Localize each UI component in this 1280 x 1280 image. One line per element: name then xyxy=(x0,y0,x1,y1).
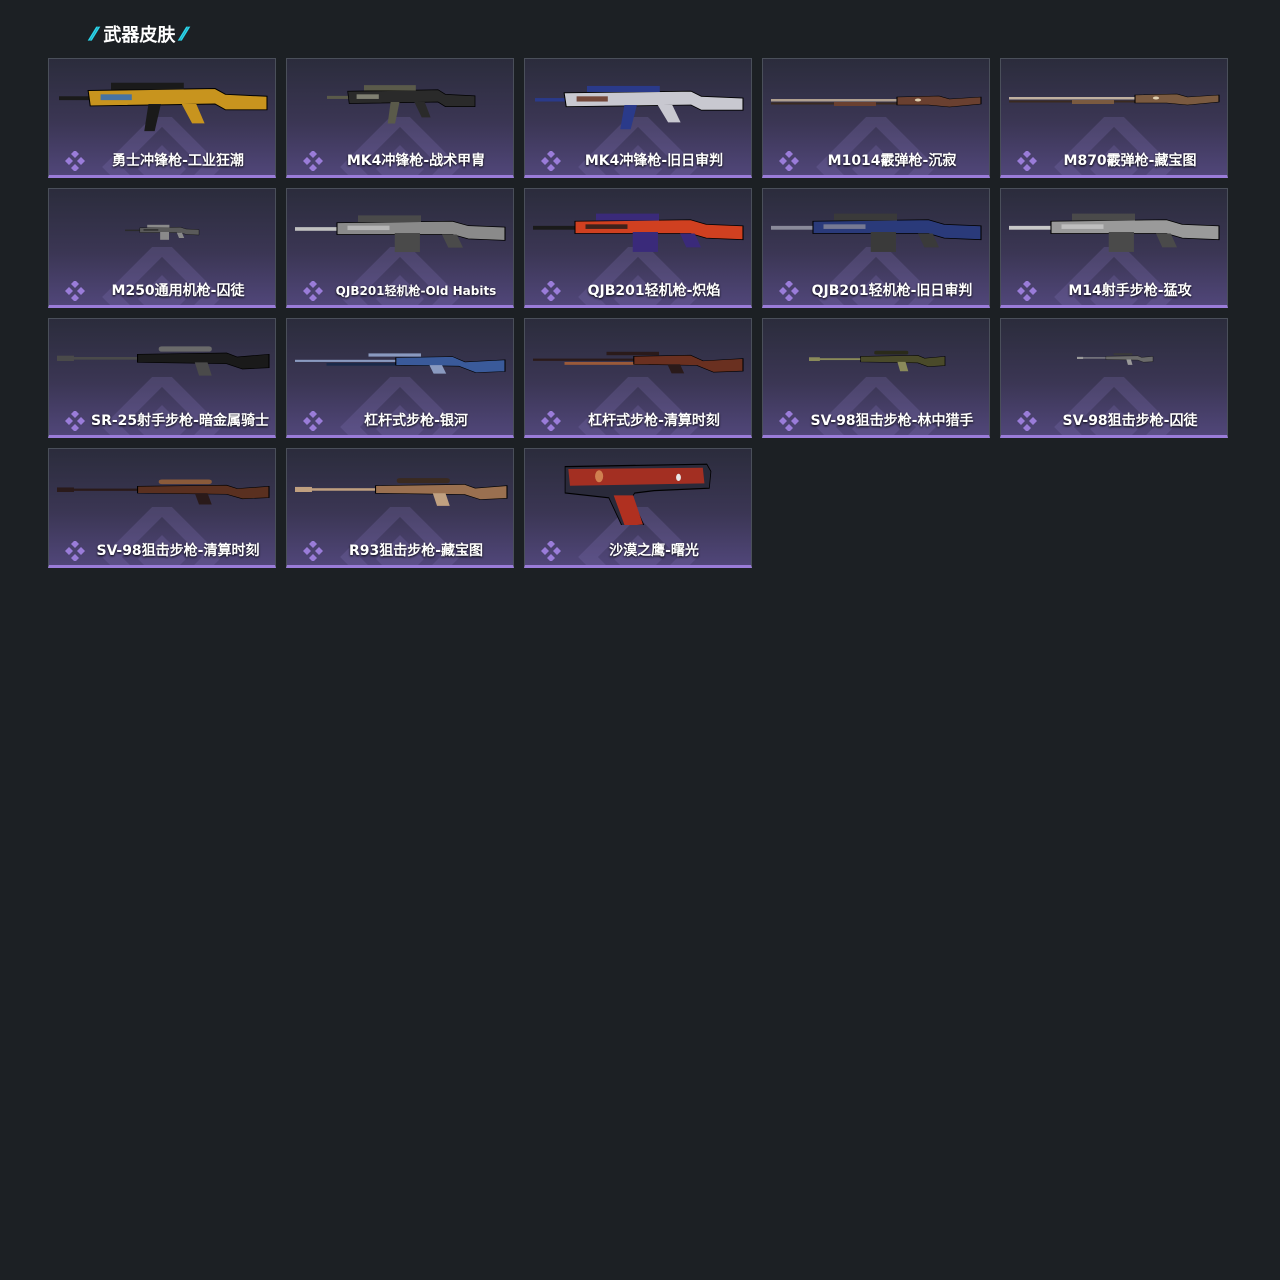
card-footer: 沙漠之鹰-曙光 xyxy=(525,539,751,561)
weapon-skin-card[interactable]: 勇士冲锋枪-工业狂潮 xyxy=(48,58,276,178)
weapon-skin-name: R93狙击步枪-藏宝图 xyxy=(348,543,484,559)
wood-sniper-icon xyxy=(57,479,270,505)
weapon-skin-name: MK4冲锋枪-旧日审判 xyxy=(584,153,724,169)
section-header: // 武器皮肤 // xyxy=(88,20,1238,48)
weapon-skin-card[interactable]: 杠杆式步枪-银河 xyxy=(286,318,514,438)
weapon-skin-name: MK4冲锋枪-战术甲胄 xyxy=(346,153,486,169)
map-sniper-icon xyxy=(295,478,508,506)
black-smg-icon xyxy=(327,85,476,124)
black-dmr-icon xyxy=(57,346,270,376)
weapon-skin-card[interactable]: QJB201轻机枪-炽焰 xyxy=(524,188,752,308)
rarity-diamond-icon xyxy=(1017,151,1037,171)
card-footer: MK4冲锋枪-旧日审判 xyxy=(525,149,751,171)
weapon-skin-name: QJB201轻机枪-旧日审判 xyxy=(811,283,973,299)
weapon-skin-name: 杠杆式步枪-银河 xyxy=(364,413,468,429)
card-footer: M1014霰弹枪-沉寂 xyxy=(763,149,989,171)
card-footer: MK4冲锋枪-战术甲胄 xyxy=(287,149,513,171)
weapon-skin-name: M1014霰弹枪-沉寂 xyxy=(827,153,957,169)
card-footer: SV-98狙击步枪-林中猎手 xyxy=(763,409,989,431)
weapon-skin-card[interactable]: MK4冲锋枪-旧日审判 xyxy=(524,58,752,178)
card-footer: QJB201轻机枪-Old Habits xyxy=(287,279,513,301)
rarity-diamond-icon xyxy=(65,411,85,431)
rarity-diamond-icon xyxy=(65,281,85,301)
card-footer: M870霰弹枪-藏宝图 xyxy=(1001,149,1227,171)
card-footer: QJB201轻机枪-旧日审判 xyxy=(763,279,989,301)
flame-lmg-icon xyxy=(533,213,744,252)
rarity-diamond-icon xyxy=(1017,411,1037,431)
blue-lmg-icon xyxy=(771,213,982,252)
card-footer: M250通用机枪-囚徒 xyxy=(49,279,275,301)
weapon-skin-card[interactable]: SV-98狙击步枪-林中猎手 xyxy=(762,318,990,438)
rarity-diamond-icon xyxy=(303,151,323,171)
weapon-skin-name: SR-25射手步枪-暗金属骑士 xyxy=(91,413,269,429)
weapon-skin-card[interactable]: M250通用机枪-囚徒 xyxy=(48,188,276,308)
weapon-skin-card[interactable]: M1014霰弹枪-沉寂 xyxy=(762,58,990,178)
weapon-skin-card[interactable]: SV-98狙击步枪-清算时刻 xyxy=(48,448,276,568)
weapon-skin-card[interactable]: 沙漠之鹰-曙光 xyxy=(524,448,752,568)
rarity-diamond-icon xyxy=(779,411,799,431)
small-sniper-icon xyxy=(1077,353,1154,365)
card-footer: 杠杆式步枪-清算时刻 xyxy=(525,409,751,431)
weapon-skin-name: M250通用机枪-囚徒 xyxy=(111,283,245,299)
weapon-skin-name: SV-98狙击步枪-林中猎手 xyxy=(810,413,974,429)
wood-rifle-icon xyxy=(533,351,744,374)
weapon-skin-name: M870霰弹枪-藏宝图 xyxy=(1063,153,1197,169)
weapon-skin-name: 勇士冲锋枪-工业狂潮 xyxy=(112,153,244,169)
weapon-skin-card[interactable]: M14射手步枪-猛攻 xyxy=(1000,188,1228,308)
blue-silver-smg-icon xyxy=(535,85,744,130)
rarity-diamond-icon xyxy=(303,541,323,561)
card-footer: QJB201轻机枪-炽焰 xyxy=(525,279,751,301)
weapon-skin-name: M14射手步枪-猛攻 xyxy=(1068,283,1192,299)
weapon-skin-card[interactable]: QJB201轻机枪-旧日审判 xyxy=(762,188,990,308)
grey-lmg-icon xyxy=(295,215,506,253)
weapon-skin-card[interactable]: SV-98狙击步枪-囚徒 xyxy=(1000,318,1228,438)
weapon-skin-name: QJB201轻机枪-炽焰 xyxy=(587,283,721,299)
weapon-skin-card[interactable]: SR-25射手步枪-暗金属骑士 xyxy=(48,318,276,438)
weapon-skin-card[interactable]: 杠杆式步枪-清算时刻 xyxy=(524,318,752,438)
weapon-skin-name: QJB201轻机枪-Old Habits xyxy=(335,284,497,298)
small-mg-icon xyxy=(125,224,200,240)
weapon-grid: 勇士冲锋枪-工业狂潮 MK4冲锋枪-战术甲胄 MK4冲锋枪-旧日审判 M1014霰弹枪… xyxy=(48,58,1228,568)
card-footer: 勇士冲锋枪-工业狂潮 xyxy=(49,149,275,171)
rarity-diamond-icon xyxy=(541,281,561,301)
rarity-diamond-icon xyxy=(779,151,799,171)
rarity-diamond-icon xyxy=(541,151,561,171)
weapon-skin-name: SV-98狙击步枪-囚徒 xyxy=(1062,413,1198,429)
rarity-diamond-icon xyxy=(65,151,85,171)
desert-eagle-icon xyxy=(564,463,712,525)
section-title: 武器皮肤 xyxy=(103,25,176,46)
grey-dmr-icon xyxy=(1009,213,1220,252)
card-footer: 杠杆式步枪-银河 xyxy=(287,409,513,431)
header-decor-left: // xyxy=(88,24,96,44)
card-footer: SR-25射手步枪-暗金属骑士 xyxy=(49,409,275,431)
rarity-diamond-icon xyxy=(1017,281,1037,301)
weapon-skin-name: 杠杆式步枪-清算时刻 xyxy=(588,413,720,429)
card-footer: SV-98狙击步枪-囚徒 xyxy=(1001,409,1227,431)
rarity-diamond-icon xyxy=(779,281,799,301)
weapon-skin-card[interactable]: QJB201轻机枪-Old Habits xyxy=(286,188,514,308)
weapon-skins-section: // 武器皮肤 // 勇士冲锋枪-工业狂潮 MK4冲锋枪-战术甲胄 MK4冲锋枪-旧… xyxy=(48,20,1238,568)
camo-sniper-icon xyxy=(809,350,946,372)
rarity-diamond-icon xyxy=(65,541,85,561)
map-shotgun-icon xyxy=(1009,93,1220,106)
weapon-skin-name: 沙漠之鹰-曙光 xyxy=(609,543,699,559)
weapon-skin-name: SV-98狙击步枪-清算时刻 xyxy=(96,543,260,559)
gold-smg-icon xyxy=(59,82,268,132)
card-footer: R93狙击步枪-藏宝图 xyxy=(287,539,513,561)
card-footer: SV-98狙击步枪-清算时刻 xyxy=(49,539,275,561)
galaxy-rifle-icon xyxy=(295,353,506,374)
brown-shotgun-icon xyxy=(771,95,982,108)
weapon-skin-card[interactable]: R93狙击步枪-藏宝图 xyxy=(286,448,514,568)
rarity-diamond-icon xyxy=(303,281,323,301)
weapon-skin-card[interactable]: MK4冲锋枪-战术甲胄 xyxy=(286,58,514,178)
card-footer: M14射手步枪-猛攻 xyxy=(1001,279,1227,301)
rarity-diamond-icon xyxy=(541,541,561,561)
rarity-diamond-icon xyxy=(541,411,561,431)
weapon-skin-card[interactable]: M870霰弹枪-藏宝图 xyxy=(1000,58,1228,178)
header-decor-right: // xyxy=(179,24,186,44)
rarity-diamond-icon xyxy=(303,411,323,431)
